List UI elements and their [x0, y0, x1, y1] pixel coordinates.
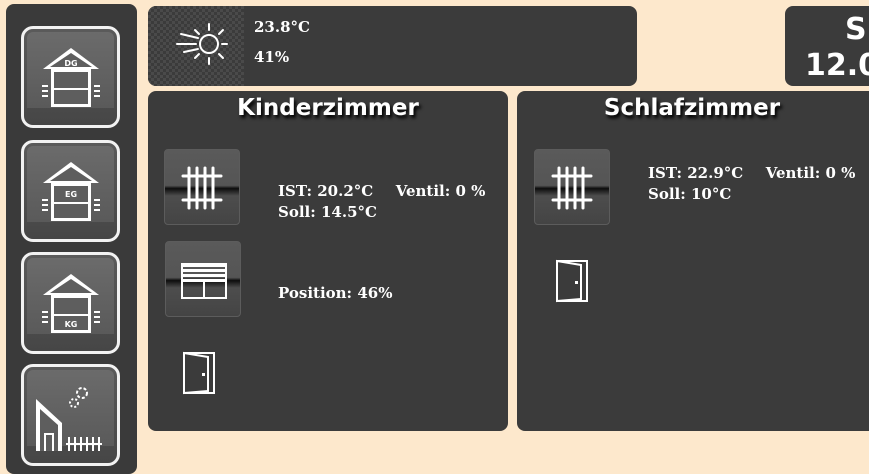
heating-ventil: Ventil: 0 %: [395, 182, 486, 200]
blind-button[interactable]: [165, 241, 241, 317]
blind-position: Position: 46%: [278, 284, 393, 302]
heating-button[interactable]: [534, 149, 610, 225]
weather-widget: 23.8°C 41%: [148, 6, 637, 86]
heating-soll: Soll: 14.5°C: [278, 203, 377, 221]
house-dg-icon: DG: [42, 48, 100, 107]
heating-ventil: Ventil: 0 %: [765, 164, 856, 182]
heating-info: IST: 22.9°C Ventil: 0 % Soll: 10°C: [648, 163, 855, 205]
nav-label: EG: [65, 190, 77, 199]
room-title: Schlafzimmer: [603, 95, 781, 121]
clock-widget: S 12.0: [785, 6, 869, 86]
clock-day: S: [845, 12, 867, 47]
weather-humidity: 41%: [254, 48, 290, 66]
house-kg-icon: KG: [42, 274, 100, 333]
heating-ist: IST: 22.9°C: [648, 164, 744, 182]
nav-button-kg[interactable]: KG: [21, 252, 120, 354]
heating-info: IST: 20.2°C Ventil: 0 % Soll: 14.5°C: [278, 181, 485, 223]
room-title: Kinderzimmer: [237, 95, 419, 121]
door-icon[interactable]: [551, 257, 593, 303]
room-card-schlafzimmer: Schlafzimmer IST: 22.9°C Ventil: 0 % Sol…: [517, 91, 869, 431]
nav-button-eg[interactable]: EG: [21, 140, 120, 242]
heating-ist: IST: 20.2°C: [278, 182, 374, 200]
room-card-kinderzimmer: Kinderzimmer IST: 20.2°C Ventil: 0 % Sol…: [148, 91, 508, 431]
clock-date: 12.0: [805, 48, 869, 83]
nav-label: DG: [64, 59, 77, 68]
door-icon[interactable]: [178, 349, 220, 395]
weather-temperature: 23.8°C: [254, 18, 310, 36]
window-blind-icon: [181, 263, 227, 299]
radiator-icon: [551, 166, 593, 210]
heating-button[interactable]: [164, 149, 240, 225]
nav-label: KG: [65, 320, 78, 329]
radiator-icon: [181, 166, 223, 210]
nav-button-dg[interactable]: DG: [21, 26, 120, 128]
weather-icon-box: [148, 6, 244, 86]
sidebar: DG EG KG: [6, 4, 137, 474]
nav-button-garden[interactable]: [21, 364, 120, 466]
garden-house-gears-icon: [36, 387, 102, 451]
sun-icon: [176, 23, 228, 65]
heating-soll: Soll: 10°C: [648, 185, 732, 203]
house-eg-icon: EG: [42, 162, 100, 221]
